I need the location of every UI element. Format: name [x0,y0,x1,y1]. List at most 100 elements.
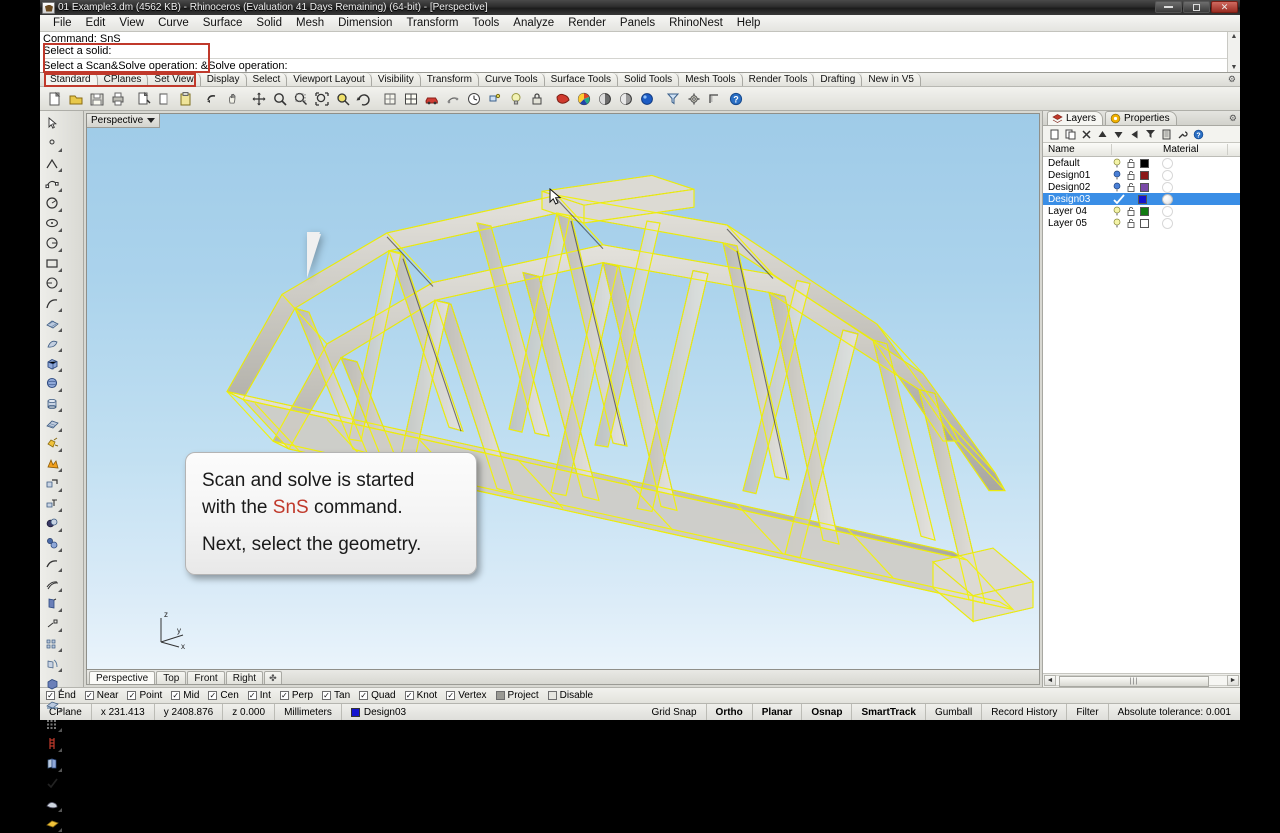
viewport-title-bar[interactable]: Perspective [87,114,161,128]
copy-icon[interactable] [155,89,175,109]
checkbox[interactable]: ✓ [171,691,181,700]
curve-control-points-icon[interactable] [42,173,63,193]
offset-curve-icon[interactable] [42,573,63,593]
osnap-knot[interactable]: ✓ Knot [404,690,437,701]
unlock-icon[interactable] [1126,158,1136,168]
help-icon[interactable]: ? [1191,127,1206,142]
zoom-selected-icon[interactable] [333,89,353,109]
new-layer-icon[interactable] [1047,127,1062,142]
plane-surface-icon[interactable] [42,813,63,833]
gear-icon[interactable]: ⚙ [1228,74,1236,85]
tab-viewport-layout[interactable]: Viewport Layout [287,73,372,86]
layer-row-design03[interactable]: Design03 [1043,193,1240,205]
tab-transform[interactable]: Transform [420,73,479,86]
checkbox[interactable]: ✓ [322,691,332,700]
status-current-layer[interactable]: Design03 [342,704,643,720]
move-down-icon[interactable] [1111,127,1126,142]
gear-icon[interactable]: ⚙ [1229,113,1237,124]
grid-array-icon[interactable] [42,713,63,733]
flow-along-curve-icon[interactable] [42,653,63,673]
command-history[interactable]: Command: SnS Select a solid: Select a Sc… [40,32,1227,73]
light-bulb-icon[interactable] [1112,158,1122,168]
tab-render-tools[interactable]: Render Tools [742,73,815,86]
menu-surface[interactable]: Surface [196,15,250,32]
cut-icon[interactable] [134,89,154,109]
named-position-icon[interactable] [485,89,505,109]
tab-solid-tools[interactable]: Solid Tools [618,73,680,86]
menu-analyze[interactable]: Analyze [506,15,561,32]
zoom-in-icon[interactable] [270,89,290,109]
command-prompt-line[interactable]: Select a Scan&Solve operation: ‌&Solve o… [43,58,1227,72]
redo-hand-icon[interactable] [223,89,243,109]
light-bulb-icon[interactable] [1112,182,1122,192]
checkbox[interactable]: ✓ [359,691,369,700]
rhino-render-icon[interactable] [553,89,573,109]
unlock-icon[interactable] [1126,218,1136,228]
panel-tab-layers[interactable]: Layers [1047,111,1104,125]
viewport-tab-right[interactable]: Right [225,670,264,684]
tab-curve-tools[interactable]: Curve Tools [478,73,545,86]
status-gumball[interactable]: Gumball [926,704,983,720]
explode-icon[interactable] [42,433,63,453]
osnap-project[interactable]: Project [495,690,539,701]
tab-mesh-tools[interactable]: Mesh Tools [679,73,743,86]
layer-panel-horizontal-scrollbar[interactable]: ◄ ||| ► [1043,673,1240,687]
filter-icon[interactable] [1143,127,1158,142]
minimize-button[interactable] [1155,1,1182,13]
polyline-icon[interactable] [42,153,63,173]
rendered-view-icon[interactable] [637,89,657,109]
viewport-layout-icon[interactable] [401,89,421,109]
menu-transform[interactable]: Transform [399,15,465,32]
surface-from-points-icon[interactable] [42,313,63,333]
tab-set-view[interactable]: Set View [148,73,201,86]
array-icon[interactable] [42,633,63,653]
properties-panel-icon[interactable] [1159,127,1174,142]
color-wheel-icon[interactable] [574,89,594,109]
ellipse-icon[interactable] [42,213,63,233]
boolean-difference-icon[interactable] [42,533,63,553]
checkbox[interactable]: ✓ [127,691,137,700]
menu-file[interactable]: File [46,15,79,32]
command-scroll-down-icon[interactable]: ▼ [1231,64,1238,71]
surface-patch-icon[interactable] [42,413,63,433]
restore-button[interactable] [1183,1,1210,13]
blend-surface-icon[interactable] [42,793,63,813]
sphere-icon[interactable] [42,373,63,393]
layer-color-swatch[interactable] [1140,158,1149,168]
light-bulb-icon[interactable] [1112,170,1122,180]
osnap-perp[interactable]: ✓ Perp [279,690,313,701]
layer-material[interactable] [1158,157,1228,169]
checkbox[interactable]: ✓ [404,691,414,700]
undo-icon[interactable] [202,89,222,109]
layer-tools-icon[interactable] [1175,127,1190,142]
scaffold-icon[interactable] [42,733,63,753]
layer-material[interactable] [1158,169,1228,181]
copy-object-icon[interactable] [42,753,63,773]
mesh-tools-icon[interactable] [42,693,63,713]
ghosted-view-icon[interactable] [616,89,636,109]
layer-color-swatch[interactable] [1140,182,1149,192]
menu-curve[interactable]: Curve [151,15,196,32]
layer-row-layer05[interactable]: Layer 05 [1043,217,1240,229]
box-icon[interactable] [42,353,63,373]
status-osnap[interactable]: Osnap [802,704,853,720]
menu-mesh[interactable]: Mesh [289,15,331,32]
check-mark-icon[interactable] [42,773,63,793]
select-arrow-icon[interactable] [42,113,63,133]
select-filter-icon[interactable] [663,89,683,109]
light-bulb-icon[interactable] [506,89,526,109]
checkbox[interactable]: ✓ [84,691,94,700]
rotate-view-icon[interactable] [354,89,374,109]
options-gear-icon[interactable] [684,89,704,109]
lock-icon[interactable] [527,89,547,109]
menu-edit[interactable]: Edit [79,15,113,32]
checkbox[interactable]: ✓ [279,691,289,700]
panel-tab-properties[interactable]: Properties [1105,111,1177,125]
boolean-union-icon[interactable] [42,513,63,533]
measure-icon[interactable] [705,89,725,109]
rectangle-icon[interactable] [42,253,63,273]
layer-row-design02[interactable]: Design02 [1043,181,1240,193]
close-button[interactable]: ✕ [1211,1,1238,13]
new-sublayer-icon[interactable] [1063,127,1078,142]
zoom-window-icon[interactable] [291,89,311,109]
